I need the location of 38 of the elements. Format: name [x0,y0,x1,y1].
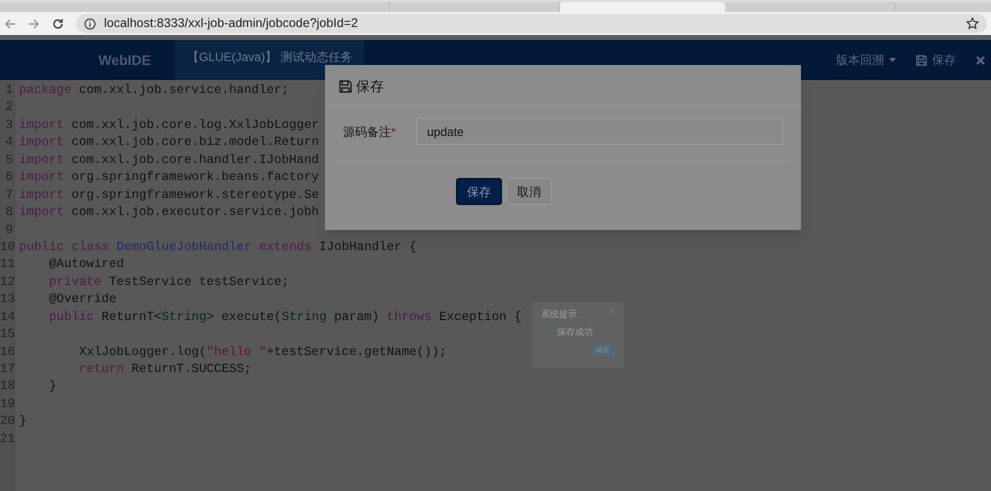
field-label: 源码备注* [343,124,397,140]
code-line: import org.springframework.beans.factory [19,170,320,184]
address-bar[interactable]: localhost:8333/xxl-job-admin/jobcode?jobId=2 [76,14,987,33]
code-line: import org.springframework.stereotype.Se [19,188,320,202]
close-button[interactable] [976,56,985,64]
star-icon[interactable] [966,17,979,30]
toast-title: 系统提示 [541,308,577,321]
code-line: XxlJobLogger.log("hello "+testService.getName()); [78,344,447,359]
save-button[interactable]: 保存 [916,51,956,69]
code-line: @Autowired [48,257,124,272]
brand-logo: WebIDE [97,50,152,70]
code-line: return ReturnT.SUCCESS; [78,362,252,376]
remark-input[interactable]: update [416,118,783,145]
back-icon[interactable] [4,18,16,30]
code-line: import com.xxl.job.core.log.XxlJobLogger [19,118,320,132]
code-line: private TestService testService; [48,274,290,289]
code-line: public ReturnT<String> execute(String param) throws Exception { [48,310,522,324]
forward-icon[interactable] [28,18,40,30]
save-icon [339,80,352,92]
reload-icon[interactable] [52,18,64,30]
cancel-button[interactable]: 取消 [506,178,552,205]
job-title: 【GLUE(Java)】 测试动态任务 [175,40,364,80]
save-button[interactable]: 保存 [456,178,502,205]
code-line: } [19,414,27,428]
toast-message: 保存成功 [557,326,593,338]
code-line: @Override [48,292,117,306]
code-line: public class DemoGlueJobHandler extends IJobHandler { [19,240,417,254]
version-dropdown[interactable]: 版本回溯 [836,51,896,69]
code-line: } [48,379,57,394]
info-icon[interactable] [84,18,96,30]
caret-icon [889,58,896,62]
save-icon [916,54,927,66]
url-text: localhost:8333/xxl-job-admin/jobcode?jobId=2 [104,15,359,32]
code-line: import com.xxl.job.executor.service.jobh [19,205,320,220]
code-line: import com.xxl.job.core.handler.IJobHand [19,152,320,167]
code-line: import com.xxl.job.core.biz.model.Return [19,135,320,150]
close-icon [976,56,985,64]
code-line: package com.xxl.job.service.handler; [19,83,290,97]
